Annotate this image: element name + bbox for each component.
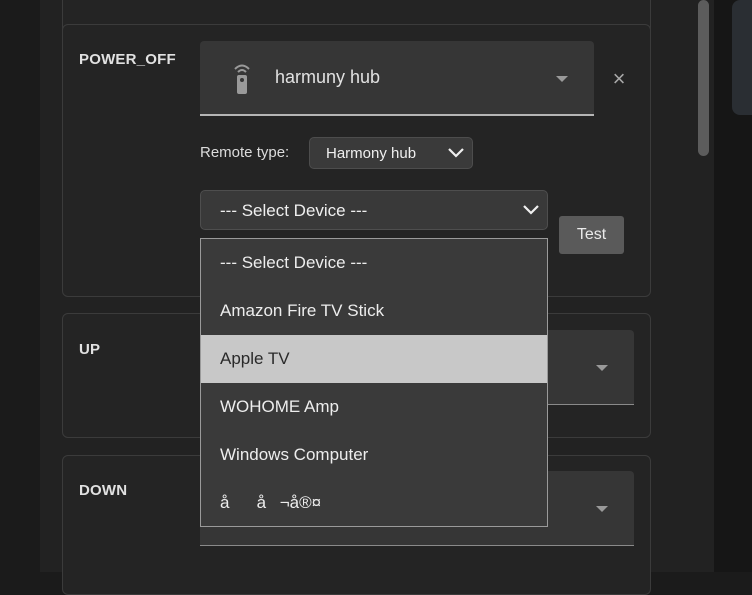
dropdown-option-highlighted[interactable]: Apple TV xyxy=(201,335,547,383)
command-label: DOWN xyxy=(79,482,128,499)
dropdown-option[interactable]: Windows Computer xyxy=(201,431,547,479)
device-dropdown-list: --- Select Device --- Amazon Fire TV Sti… xyxy=(200,238,548,527)
caret-down-icon xyxy=(556,76,568,82)
command-label: UP xyxy=(79,341,101,358)
caret-down-icon xyxy=(596,365,608,371)
scrollbar-thumb[interactable] xyxy=(698,0,709,156)
dropdown-option[interactable]: Amazon Fire TV Stick xyxy=(201,287,547,335)
caret-down-icon xyxy=(596,506,608,512)
preview-thumbnail xyxy=(732,0,752,115)
chevron-down-icon xyxy=(448,148,464,158)
remote-type-value: Harmony hub xyxy=(326,145,417,162)
test-button[interactable]: Test xyxy=(559,216,624,254)
entity-select[interactable]: harmuny hub xyxy=(200,41,594,116)
command-label: POWER_OFF xyxy=(79,51,176,68)
dropdown-option[interactable]: WOHOME Amp xyxy=(201,383,547,431)
chevron-down-icon xyxy=(523,205,539,215)
dropdown-option[interactable]: --- Select Device --- xyxy=(201,239,547,287)
device-select-value: --- Select Device --- xyxy=(220,201,368,220)
device-select[interactable]: --- Select Device --- xyxy=(200,190,548,230)
remote-type-label: Remote type: xyxy=(200,144,290,161)
dropdown-option[interactable]: åå¬å®¤ xyxy=(201,479,547,527)
entity-value: harmuny hub xyxy=(275,67,381,87)
remote-type-select[interactable]: Harmony hub xyxy=(309,137,473,169)
close-icon[interactable]: × xyxy=(607,67,631,91)
remote-control-icon xyxy=(234,64,250,94)
